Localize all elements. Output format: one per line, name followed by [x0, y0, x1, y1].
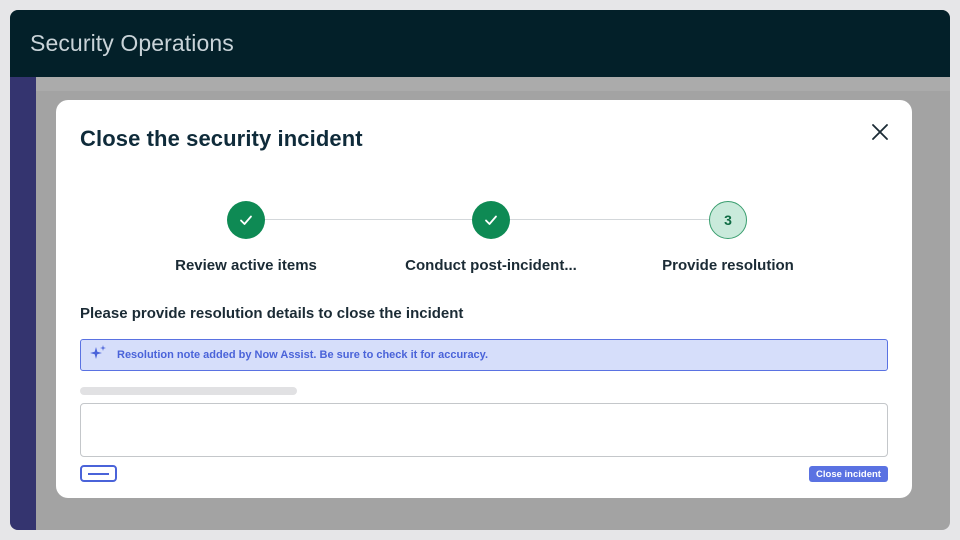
loading-placeholder: [80, 387, 297, 395]
step-provide-resolution: 3 Provide resolution: [628, 201, 828, 274]
step-number: 3: [724, 212, 732, 228]
modal-title: Close the security incident: [80, 126, 363, 151]
close-incident-button[interactable]: Close incident: [809, 466, 888, 482]
banner-text: Resolution note added by Now Assist. Be …: [117, 349, 489, 361]
check-icon: [227, 201, 265, 239]
now-assist-banner: Resolution note added by Now Assist. Be …: [80, 339, 888, 371]
sparkle-icon: [89, 344, 107, 367]
step-conduct-post-incident: Conduct post-incident...: [391, 201, 591, 274]
resolution-notes-input[interactable]: [80, 403, 888, 457]
instruction-text: Please provide resolution details to clo…: [80, 305, 464, 322]
step-label: Review active items: [175, 257, 317, 274]
close-icon[interactable]: [870, 122, 890, 142]
background-content: [36, 77, 950, 91]
step-label: Conduct post-incident...: [405, 257, 577, 274]
progress-stepper: Review active items Conduct post-inciden…: [156, 201, 856, 281]
app-header: Security Operations: [10, 10, 950, 77]
step-label: Provide resolution: [662, 257, 794, 274]
minus-icon: [88, 472, 109, 475]
secondary-button[interactable]: [80, 465, 117, 482]
check-icon: [472, 201, 510, 239]
step-review-active-items: Review active items: [146, 201, 346, 274]
app-title: Security Operations: [30, 30, 234, 56]
close-incident-modal: Close the security incident Review activ…: [56, 100, 912, 498]
step-number-badge: 3: [709, 201, 747, 239]
side-rail: [10, 77, 36, 530]
